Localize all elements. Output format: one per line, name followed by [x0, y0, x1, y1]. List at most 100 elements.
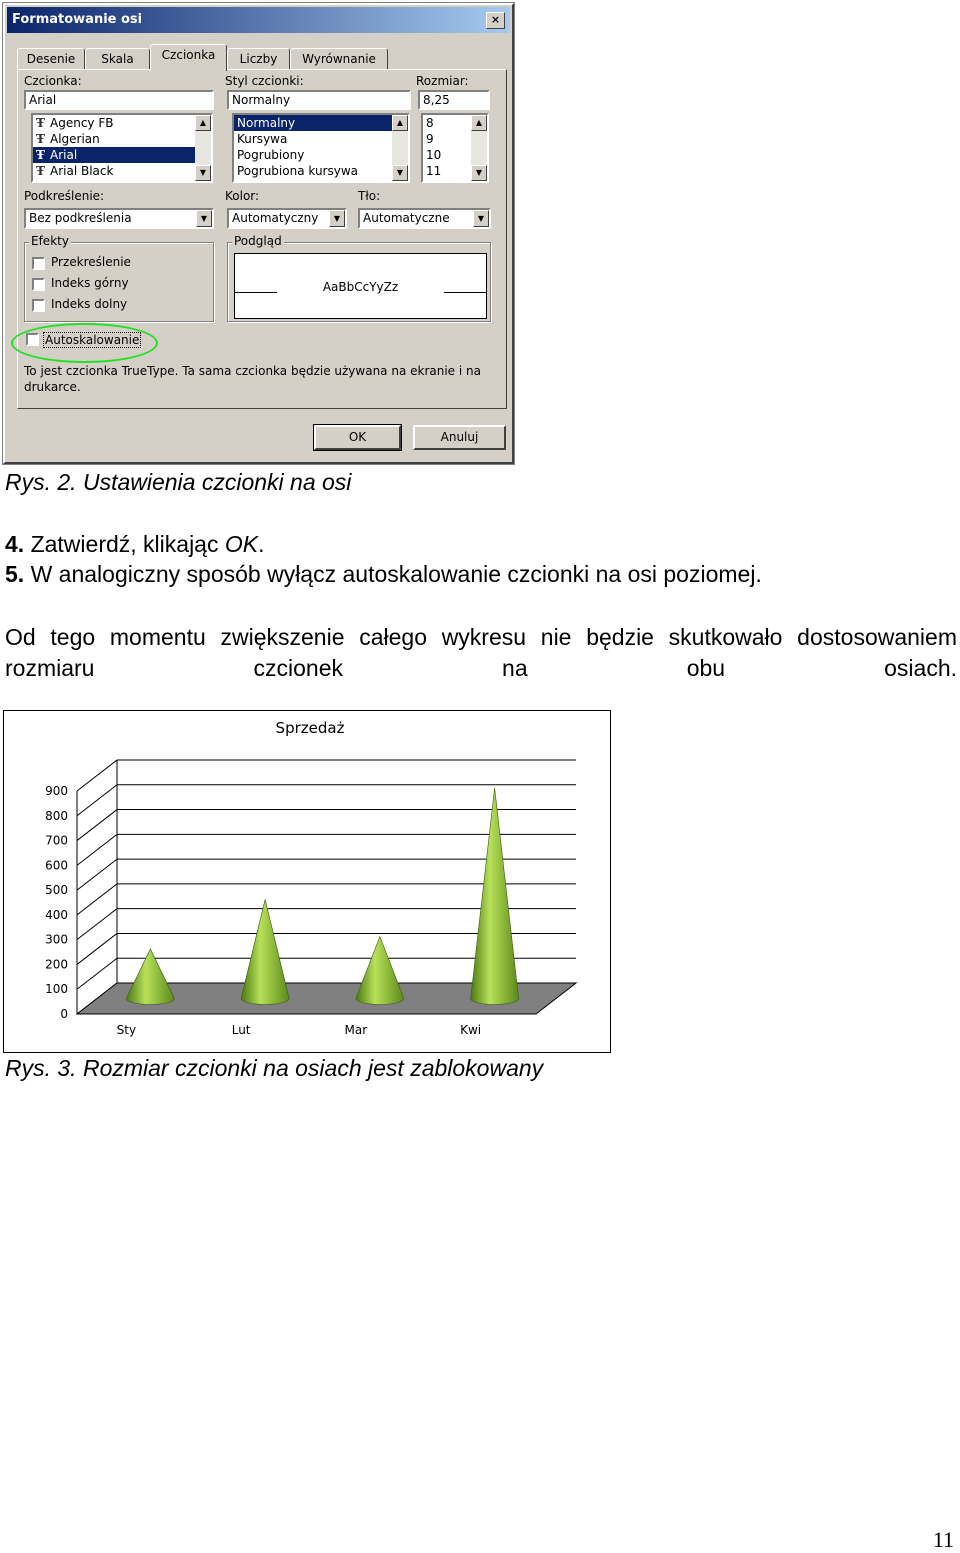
dialog-titlebar: Formatowanie osi × [7, 7, 510, 33]
page-number: 11 [932, 1527, 954, 1552]
font-list-item-selected[interactable]: Ŧ Arial [33, 147, 211, 163]
chevron-down-icon[interactable]: ▼ [329, 210, 345, 227]
step-number: 4. [5, 531, 25, 557]
font-list-item[interactable]: Ŧ Agency FB [33, 115, 211, 131]
size-input[interactable]: 8,25 [418, 90, 490, 110]
autoscale-highlight [11, 323, 158, 363]
y-tick-label: 0 [60, 1007, 68, 1021]
superscript-checkbox[interactable] [32, 278, 45, 291]
scroll-down-icon[interactable]: ▼ [471, 165, 487, 181]
style-input[interactable]: Normalny [227, 90, 411, 110]
preview-label: Podgląd [232, 234, 284, 248]
step-number: 5. [5, 561, 25, 587]
preview-group: Podgląd AaBbCcYyZz [227, 234, 491, 322]
y-tick-label: 900 [45, 784, 68, 798]
y-tick-label: 200 [45, 957, 68, 971]
y-tick-label: 300 [45, 933, 68, 947]
font-list-item[interactable]: Ŧ Arial Black [33, 163, 211, 179]
gridline-depth [76, 759, 118, 792]
tab-skala[interactable]: Skala [85, 48, 150, 70]
style-list-item[interactable]: Pogrubiony [234, 147, 408, 163]
color-label: Kolor: [225, 189, 260, 203]
background-select[interactable]: Automatyczne ▼ [358, 208, 491, 229]
truetype-icon: Ŧ [36, 116, 45, 130]
gridline-depth [76, 809, 118, 841]
chevron-down-icon[interactable]: ▼ [473, 210, 489, 227]
scroll-up-icon[interactable]: ▲ [392, 115, 408, 131]
ok-button[interactable]: OK [313, 424, 402, 451]
figure-caption-2: Rys. 2. Ustawienia czcionki na osi [5, 469, 352, 495]
strikethrough-checkbox[interactable] [32, 257, 45, 270]
tab-liczby[interactable]: Liczby [227, 48, 290, 70]
font-list[interactable]: Ŧ Agency FB Ŧ Algerian Ŧ Arial Ŧ Arial Black… [31, 113, 213, 183]
truetype-info: To jest czcionka TrueType. Ta sama czcio… [24, 364, 481, 394]
truetype-icon: Ŧ [36, 148, 45, 162]
body-paragraph: Od tego momentu zwiększenie całego wykre… [5, 624, 957, 681]
cone-bar [126, 948, 175, 1005]
step-5: 5. W analogiczny sposób wyłącz autoskalo… [5, 561, 762, 587]
dialog-title: Formatowanie osi [12, 12, 143, 27]
size-label: Rozmiar: [416, 74, 469, 88]
underline-select[interactable]: Bez podkreślenia ▼ [24, 208, 214, 229]
cone-bar [240, 899, 290, 1005]
step-4: 4. Zatwierdź, klikając OK. [5, 531, 265, 557]
chart-frame: Sprzedaż 0 100 200 300 400 500 600 700 800 900 Sty… [3, 710, 611, 1053]
gridline-depth [76, 957, 118, 990]
size-list[interactable]: 8 9 10 11 ▲ ▼ [421, 113, 489, 183]
y-tick-label: 800 [45, 809, 68, 823]
tab-desenie[interactable]: Desenie [17, 48, 85, 70]
format-axis-dialog: Formatowanie osi × Desenie Skala Czcionk… [2, 2, 515, 465]
gridline-depth [76, 908, 118, 941]
chevron-down-icon[interactable]: ▼ [196, 210, 212, 227]
color-select[interactable]: Automatyczny ▼ [227, 208, 347, 229]
x-tick-label: Sty [117, 1023, 136, 1037]
preview-sample: AaBbCcYyZz [322, 280, 399, 294]
size-list-scrollbar[interactable]: ▲ ▼ [471, 115, 487, 181]
font-list-item[interactable]: Ŧ Algerian [33, 131, 211, 147]
scroll-up-icon[interactable]: ▲ [195, 115, 211, 131]
style-list-scrollbar[interactable]: ▲ ▼ [392, 115, 408, 181]
y-tick-label: 500 [45, 883, 68, 897]
scroll-up-icon[interactable]: ▲ [471, 115, 487, 131]
figure-caption-3: Rys. 3. Rozmiar czcionki na osiach jest … [5, 1055, 544, 1081]
tab-wyrownanie[interactable]: Wyrównanie [290, 48, 388, 70]
style-list-item-selected[interactable]: Normalny [234, 115, 408, 131]
chart-title: Sprzedaż [276, 719, 345, 737]
style-list-item[interactable]: Pogrubiona kursywa [234, 163, 408, 179]
preview-box: AaBbCcYyZz [234, 253, 487, 319]
tab-czcionka[interactable]: Czcionka [150, 44, 227, 71]
subscript-label[interactable]: Indeks dolny [51, 297, 127, 311]
y-tick-label: 400 [45, 908, 68, 922]
y-tick-label: 700 [45, 834, 68, 848]
gridline-depth [76, 833, 118, 866]
x-tick-label: Kwi [460, 1023, 481, 1037]
subscript-checkbox[interactable] [32, 299, 45, 312]
background-label: Tło: [358, 189, 381, 203]
underline-label: Podkreślenie: [24, 189, 105, 203]
gridline-depth [76, 784, 118, 817]
style-list-item[interactable]: Kursywa [234, 131, 408, 147]
cone-bar [470, 787, 519, 1005]
font-label: Czcionka: [24, 74, 82, 88]
font-list-scrollbar[interactable]: ▲ ▼ [195, 115, 211, 181]
font-input[interactable]: Arial [24, 90, 214, 110]
scroll-down-icon[interactable]: ▼ [392, 165, 408, 181]
effects-label: Efekty [29, 234, 71, 248]
x-tick-label: Mar [345, 1023, 368, 1037]
gridline-depth [76, 883, 118, 916]
style-list[interactable]: Normalny Kursywa Pogrubiony Pogrubiona k… [232, 113, 410, 183]
cone-bar [355, 935, 405, 1005]
scroll-down-icon[interactable]: ▼ [195, 165, 211, 181]
x-tick-label: Lut [232, 1023, 251, 1037]
close-icon[interactable]: × [486, 12, 505, 29]
y-tick-label: 600 [45, 858, 68, 872]
gridline-depth [76, 933, 118, 965]
truetype-icon: Ŧ [36, 164, 45, 178]
superscript-label[interactable]: Indeks górny [51, 276, 129, 290]
y-tick-label: 100 [45, 982, 68, 996]
style-label: Styl czcionki: [225, 74, 304, 88]
truetype-icon: Ŧ [36, 132, 45, 146]
cancel-button[interactable]: Anuluj [413, 425, 506, 450]
gridline-depth [76, 858, 118, 891]
strikethrough-label[interactable]: Przekreślenie [51, 255, 131, 269]
